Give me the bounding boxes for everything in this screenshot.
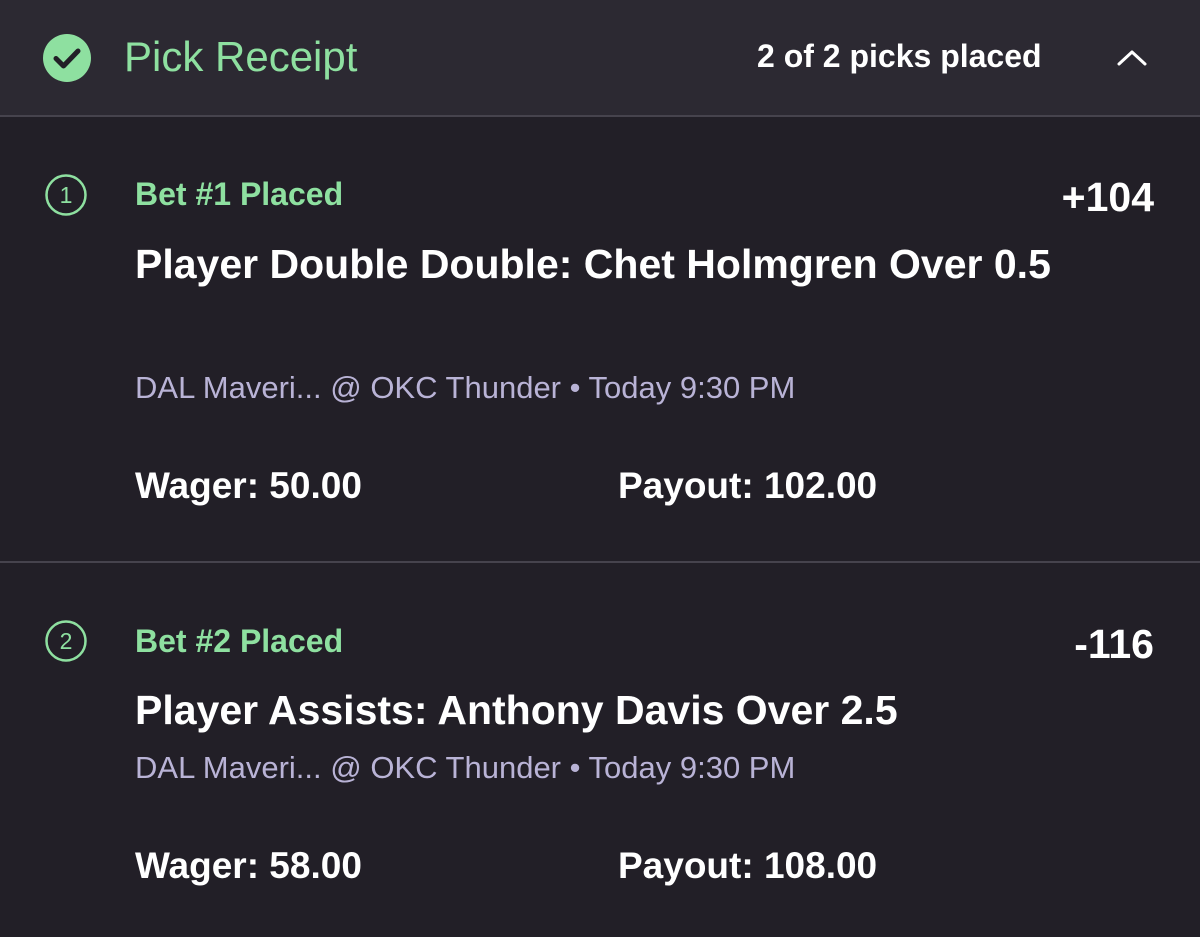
bet-number: 2 — [60, 628, 73, 654]
bet-payout: Payout: 102.00 — [618, 465, 878, 506]
chevron-up-icon — [1117, 50, 1147, 66]
receipt-header: Pick Receipt 2 of 2 picks placed — [0, 0, 1200, 117]
bet-number: 1 — [60, 182, 73, 208]
bet-status: Bet #2 Placed — [135, 623, 344, 659]
collapse-button[interactable] — [1112, 38, 1152, 78]
check-circle-icon — [43, 34, 91, 82]
bet-title: Player Double Double: Chet Holmgren Over… — [135, 241, 1051, 287]
bet-odds: -116 — [1074, 621, 1154, 667]
picks-placed-status: 2 of 2 picks placed — [757, 38, 1042, 74]
bet-card: 1 Bet #1 Placed +104 Player Double Doubl… — [0, 117, 1200, 561]
bet-number-circle-icon: 1 — [45, 174, 87, 216]
receipt-title: Pick Receipt — [124, 33, 358, 80]
bet-wager: Wager: 50.00 — [135, 465, 362, 506]
bet-payout: Payout: 108.00 — [618, 845, 878, 886]
bet-card: 2 Bet #2 Placed -116 Player Assists: Ant… — [0, 563, 1200, 937]
bet-odds: +104 — [1061, 174, 1154, 220]
bet-number-circle-icon: 2 — [45, 620, 87, 662]
bet-matchup: DAL Maveri... @ OKC Thunder • Today 9:30… — [135, 370, 796, 405]
bet-matchup: DAL Maveri... @ OKC Thunder • Today 9:30… — [135, 750, 796, 785]
bet-status: Bet #1 Placed — [135, 176, 344, 212]
bet-wager: Wager: 58.00 — [135, 845, 362, 886]
bet-title: Player Assists: Anthony Davis Over 2.5 — [135, 687, 898, 733]
